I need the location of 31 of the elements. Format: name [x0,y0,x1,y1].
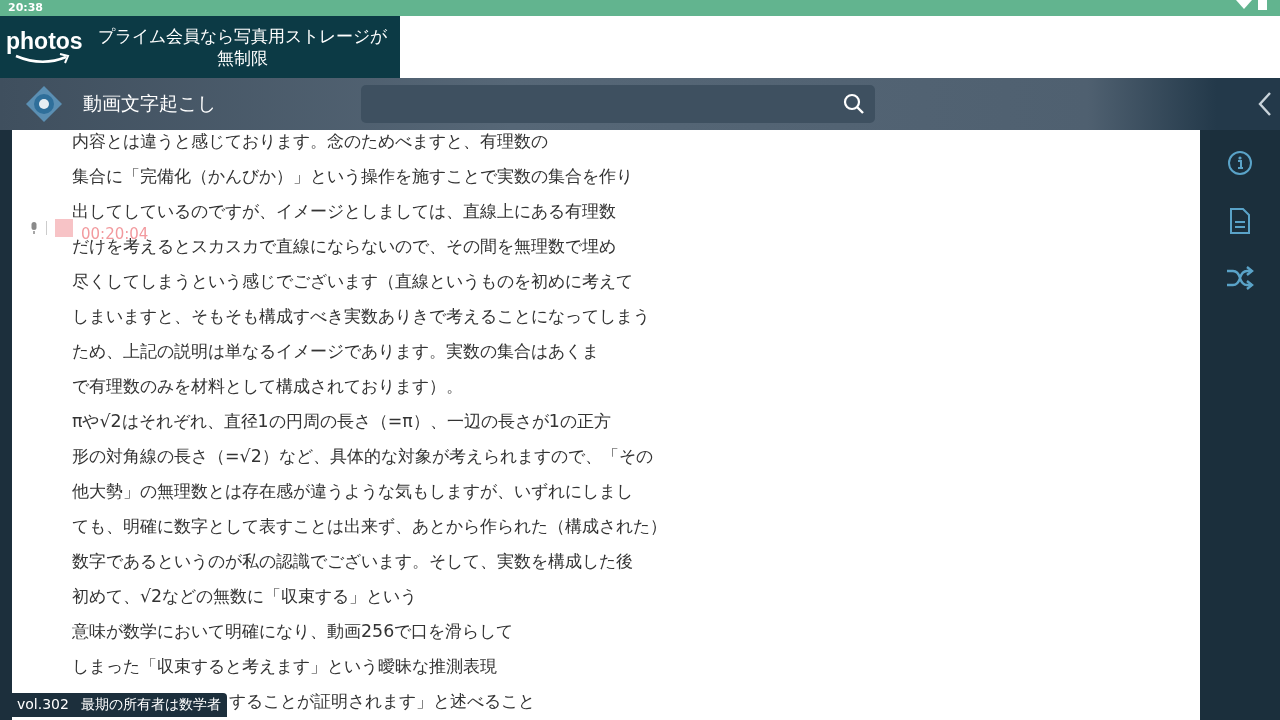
clock-time: 20:38 [8,1,43,14]
transcript-line: 形の対角線の長さ（=√2）など、具体的な対象が考えられますので、「その [72,446,653,466]
transcript-line: 集合に「完備化（かんびか）」という操作を施すことで実数の集合を作り [72,166,633,186]
transcript-line: πや√2はそれぞれ、直径1の円周の長さ（=π）、一辺の長さが1の正方 [72,411,611,431]
transcript-line: しまった「収束すると考えます」という曖昧な推測表現 [72,656,497,676]
shuffle-icon[interactable] [1226,266,1254,290]
signal-battery-icon [1234,0,1268,10]
transcript-line: 出してしているのですが、イメージとしましては、直線上にある有理数 [72,201,616,221]
transcript-line: 意味が数学において明確になり、動画256で口を滑らして [72,621,514,641]
transcript-line: することが証明されます」と述べること [229,691,535,711]
transcript-line: ても、明確に数字として表すことは出来ず、あとから作られた（構成された） [72,516,667,536]
ad-logo: photos [6,29,83,53]
info-icon[interactable] [1227,150,1253,176]
transcript-line: 尽くしてしまうという感じでございます（直線というものを初めに考えて [72,271,633,291]
transcript-line: 他大勢」の無理数とは存在感が違うような気もしますが、いずれにしまし [72,481,633,501]
back-chevron-icon[interactable] [1258,91,1272,117]
search-icon[interactable] [843,93,865,115]
transcript-line: ため、上記の説明は単なるイメージであります。実数の集合はあくま [72,341,599,361]
transcript-line: しまいますと、そもそも構成すべき実数ありきで考えることになってしまう [72,306,650,326]
transcript-line: 内容とは違うと感じております。念のためべますと、有理数の [72,131,548,151]
volume-number: vol.302 [17,696,69,714]
record-indicator [55,218,73,237]
microphone-icon[interactable] [30,221,38,234]
transcript-line: 初めて、√2などの無数に「収束する」という [72,586,418,606]
document-icon[interactable] [1229,208,1251,234]
transcript-line: 数字であるというのが私の認識でございます。そして、実数を構成した後 [72,551,633,571]
video-title: 最期の所有者は数学者 [80,696,221,714]
ad-message: プライム会員なら写真用ストレージが無制限 [96,25,388,69]
transcript-line: で有理数のみを材料として構成されております）。 [72,376,463,396]
app-title: 動画文字起こし [83,91,217,116]
search-field[interactable] [361,85,875,123]
